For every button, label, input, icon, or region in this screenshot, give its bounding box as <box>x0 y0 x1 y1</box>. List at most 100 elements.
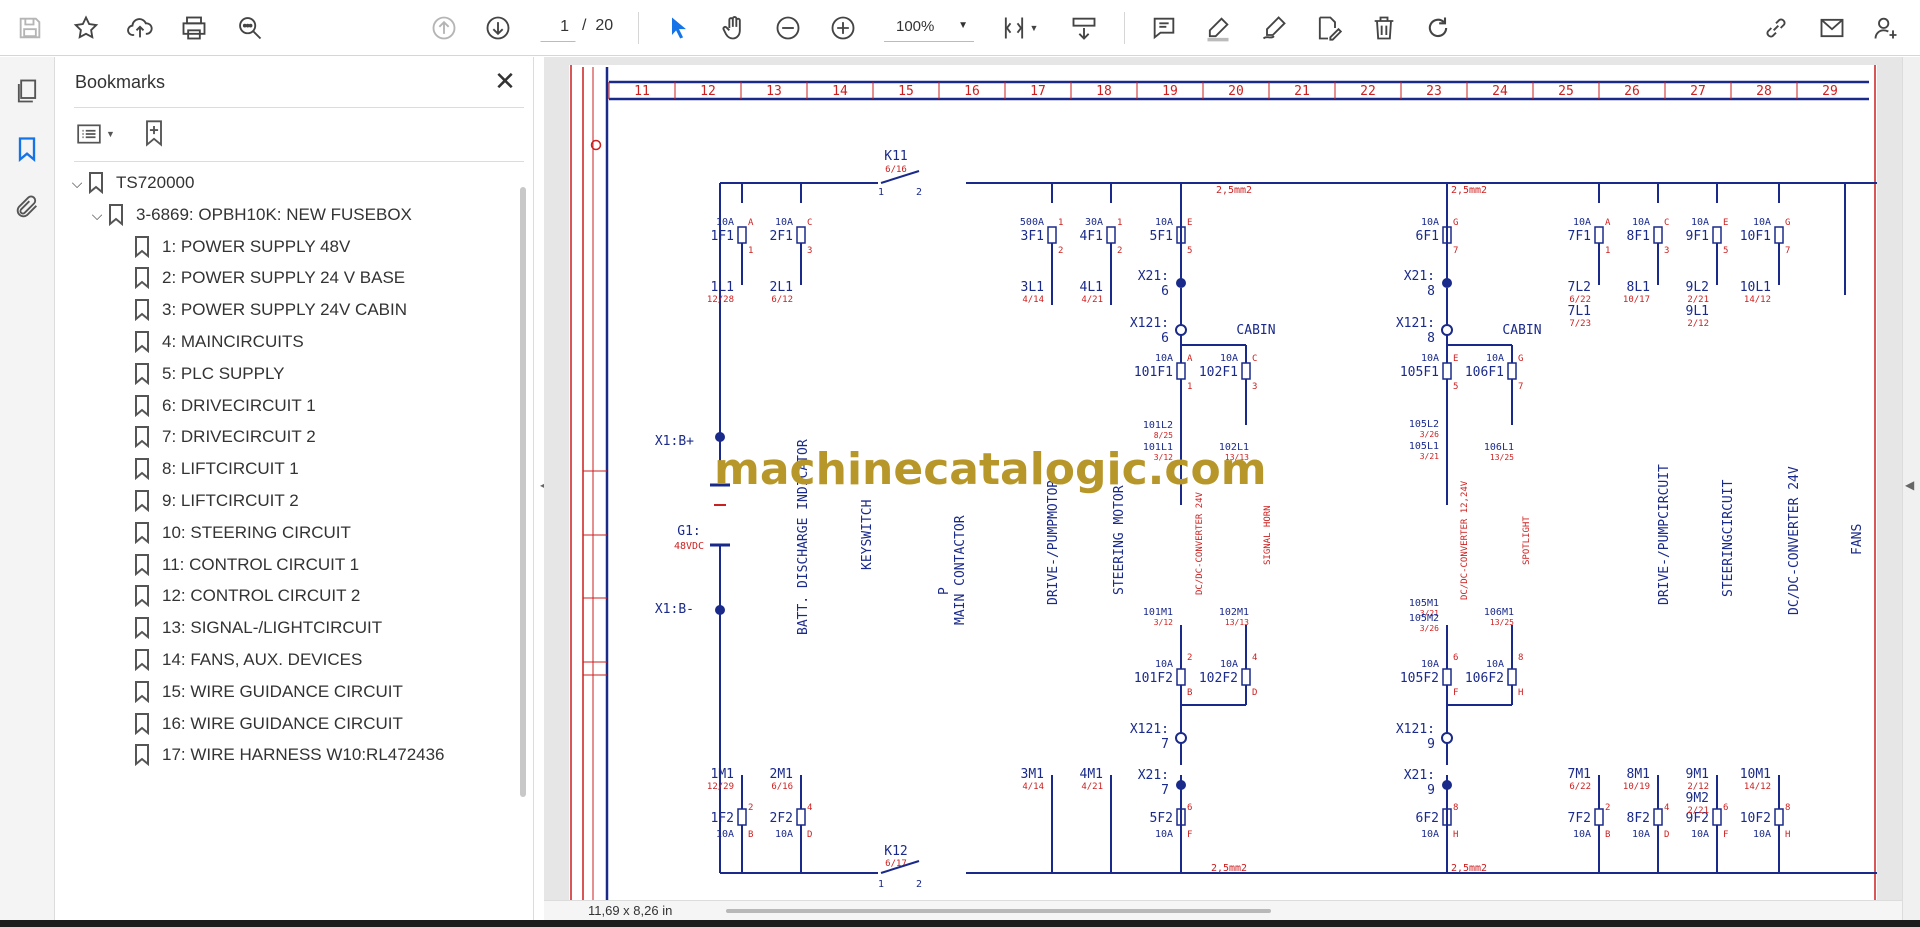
bookmark-item[interactable]: ⌵ TS720000 <box>66 167 194 199</box>
cabin-label: CABIN <box>1502 323 1541 338</box>
find-icon[interactable] <box>230 8 270 48</box>
fuse-name: 2F1 <box>770 229 793 244</box>
bookmark-panel-icon[interactable] <box>9 131 45 167</box>
fuse-terminal: A <box>1605 218 1611 228</box>
fuse-symbol <box>1176 362 1186 380</box>
zoom-in-icon[interactable] <box>823 8 863 48</box>
close-icon[interactable]: ✕ <box>490 67 520 97</box>
draw-icon[interactable] <box>1254 8 1294 48</box>
load-name: 9L2 <box>1686 280 1709 295</box>
bookmark-item[interactable]: 13: SIGNAL-/LIGHTCIRCUIT <box>134 612 382 644</box>
bookmark-item[interactable]: 11: CONTROL CIRCUIT 1 <box>134 549 359 581</box>
share-link-icon[interactable] <box>1756 8 1796 48</box>
scroll-mode-icon[interactable] <box>1064 8 1104 48</box>
select-cursor-icon[interactable] <box>659 8 699 48</box>
save-icon[interactable] <box>10 8 50 48</box>
fuse-rating: 10A <box>1155 353 1173 364</box>
fuse-rating: 10A <box>1220 659 1238 670</box>
bookmark-item[interactable]: 6: DRIVECIRCUIT 1 <box>134 390 316 422</box>
bookmark-item[interactable]: 15: WIRE GUIDANCE CIRCUIT <box>134 676 403 708</box>
fuse-name: 101F1 <box>1134 365 1173 380</box>
column-number: 12 <box>700 84 716 99</box>
load-name: 105L2 <box>1409 419 1439 430</box>
fuse-symbol <box>1047 226 1057 244</box>
load-name: 1M1 <box>711 767 734 782</box>
page-number-input[interactable]: 1 <box>540 12 576 42</box>
wire-size: 2,5mm2 <box>1451 863 1487 874</box>
switch-pin: 2 <box>916 879 922 890</box>
column-number: 29 <box>1822 84 1838 99</box>
connector-label: X21: <box>1404 768 1435 783</box>
attachments-icon[interactable] <box>9 189 45 225</box>
bookmark-item[interactable]: 9: LIFTCIRCUIT 2 <box>134 485 299 517</box>
bookmark-options-button[interactable]: ▼ <box>74 119 122 149</box>
highlight-pen-icon[interactable] <box>1198 8 1238 48</box>
bookmark-label: 16: WIRE GUIDANCE CIRCUIT <box>162 713 403 733</box>
fuse-pin: 5 <box>1723 246 1728 256</box>
column-number: 17 <box>1030 84 1046 99</box>
bookmark-item[interactable]: 14: FANS, AUX. DEVICES <box>134 644 362 676</box>
fuse-pin: 2 <box>748 803 753 813</box>
connector-number: 8 <box>1427 331 1435 346</box>
bookmark-item[interactable]: 4: MAINCIRCUITS <box>134 326 304 358</box>
bookmark-item[interactable]: 1: POWER SUPPLY 48V <box>134 231 350 263</box>
expand-right-panel-arrow-icon[interactable]: ◀ <box>1905 478 1914 492</box>
chevron-down-icon[interactable]: ⌵ <box>86 207 108 224</box>
print-icon[interactable] <box>174 8 214 48</box>
column-number: 13 <box>766 84 782 99</box>
next-page-icon[interactable] <box>478 8 518 48</box>
bookmark-icon <box>135 553 149 576</box>
horizontal-scrollbar[interactable] <box>726 909 1271 913</box>
fuse-name: 106F2 <box>1465 671 1504 686</box>
battery-terminal: X1:B- <box>655 602 694 617</box>
pages-thumbnails-icon[interactable] <box>9 73 45 109</box>
fuse-rating: 10A <box>1486 353 1504 364</box>
battery-label: G1: <box>677 524 700 539</box>
comment-icon[interactable] <box>1144 8 1184 48</box>
column-number: 21 <box>1294 84 1310 99</box>
bookmark-item[interactable]: 10: STEERING CIRCUIT <box>134 517 351 549</box>
hand-tool-icon[interactable] <box>714 8 754 48</box>
user-account-icon[interactable] <box>1866 8 1906 48</box>
fuse-terminal: H <box>1518 688 1523 698</box>
circuit-label: STEERINGCIRCUIT <box>1721 479 1736 597</box>
fuse-terminal: E <box>1453 354 1458 364</box>
connector-number: 9 <box>1427 737 1435 752</box>
bookmark-item[interactable]: 7: DRIVECIRCUIT 2 <box>134 421 316 453</box>
bookmark-item[interactable]: 5: PLC SUPPLY <box>134 358 285 390</box>
star-icon[interactable] <box>66 8 106 48</box>
edit-pdf-icon[interactable] <box>1308 8 1348 48</box>
fuse-pin: 2 <box>1187 653 1192 663</box>
bookmark-item[interactable]: 3: POWER SUPPLY 24V CABIN <box>134 294 407 326</box>
load-name: 102M1 <box>1219 607 1249 618</box>
bookmark-item[interactable]: 12: CONTROL CIRCUIT 2 <box>134 580 360 612</box>
bookmark-item[interactable]: 2: POWER SUPPLY 24 V BASE <box>134 262 405 294</box>
rotate-icon[interactable] <box>1418 8 1458 48</box>
delete-icon[interactable] <box>1364 8 1404 48</box>
column-number: 18 <box>1096 84 1112 99</box>
fuse-rating: 10A <box>1155 217 1173 228</box>
zoom-value: 100% <box>896 18 935 35</box>
previous-page-icon[interactable] <box>424 8 464 48</box>
bookmark-label: 2: POWER SUPPLY 24 V BASE <box>162 268 406 288</box>
bookmark-item[interactable]: 8: LIFTCIRCUIT 1 <box>134 453 299 485</box>
email-icon[interactable] <box>1812 8 1852 48</box>
bookmark-item[interactable]: 17: WIRE HARNESS W10:RL472436 <box>134 739 445 771</box>
bookmark-item[interactable]: ⌵ 3-6869: OPBH10K: NEW FUSEBOX <box>86 199 412 231</box>
load-ref: 14/12 <box>1744 782 1771 792</box>
bookmark-icon <box>135 235 149 258</box>
connector-number: 9 <box>1427 783 1435 798</box>
scrollbar[interactable] <box>520 187 526 797</box>
fuse-rating: 10A <box>1573 217 1591 228</box>
page-fit-icon[interactable]: ▼ <box>994 8 1044 48</box>
bookmark-label: 9: LIFTCIRCUIT 2 <box>162 491 299 510</box>
zoom-out-icon[interactable] <box>768 8 808 48</box>
zoom-level-select[interactable]: 100% ▼ <box>884 12 974 42</box>
taskbar-edge <box>0 920 1920 927</box>
fuse-name: 10F1 <box>1740 229 1771 244</box>
new-bookmark-button[interactable] <box>136 115 172 151</box>
fuse-terminal: F <box>1453 688 1458 698</box>
upload-cloud-icon[interactable] <box>120 8 160 48</box>
chevron-down-icon[interactable]: ⌵ <box>66 175 88 192</box>
bookmark-item[interactable]: 16: WIRE GUIDANCE CIRCUIT <box>134 708 403 740</box>
